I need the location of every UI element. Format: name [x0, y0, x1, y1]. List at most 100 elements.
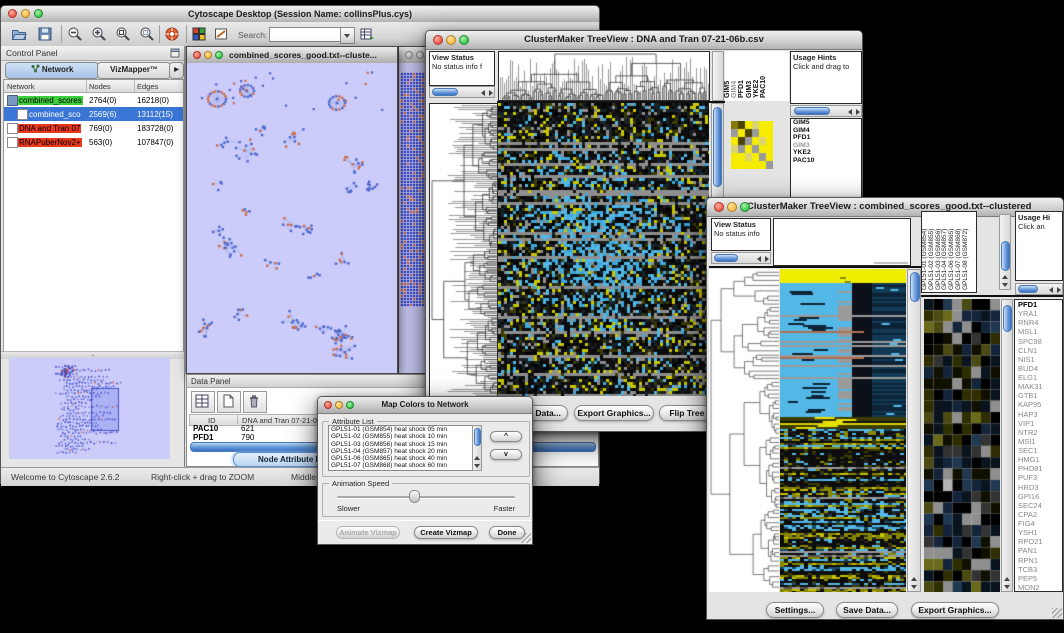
attribute-list-vscrollbar[interactable]	[472, 425, 482, 471]
gene-label[interactable]: HAP3	[1015, 410, 1062, 419]
tv2-zoom-heatmap[interactable]	[924, 299, 1000, 592]
scroll-up-icon[interactable]	[911, 577, 917, 581]
array-label[interactable]: PAC10	[760, 76, 768, 98]
attribute-item[interactable]: GPL51-02 (GSM855) heat shock 10 min	[329, 433, 481, 440]
select-attributes-button[interactable]	[191, 391, 215, 413]
speed-slider-track[interactable]	[337, 496, 515, 499]
minimize-icon[interactable]	[204, 51, 212, 59]
network-row[interactable]: DNA and Tran 07769(0)183728(0)	[4, 121, 183, 135]
tv1-row-dendrogram[interactable]	[429, 103, 498, 398]
maximize-icon[interactable]	[459, 35, 469, 45]
minimize-icon[interactable]	[335, 401, 343, 409]
tv2-status-hscrollbar[interactable]	[711, 252, 771, 264]
attribute-item[interactable]: GPL51-07 (GSM868) heat shock 60 min	[329, 462, 481, 469]
gene-label[interactable]: PFD1	[791, 134, 861, 142]
tv1-usage-hscrollbar[interactable]	[790, 105, 862, 117]
minimize-icon[interactable]	[416, 51, 424, 59]
gene-label[interactable]: CPA2	[1015, 510, 1062, 519]
move-up-button[interactable]: ^	[490, 431, 522, 442]
new-attribute-button[interactable]	[217, 391, 241, 413]
network-canvas-grid[interactable]	[399, 63, 428, 373]
import-table-button[interactable]	[359, 26, 377, 43]
speed-slider-thumb[interactable]	[409, 490, 420, 503]
treeview1-titlebar[interactable]: ClusterMaker TreeView : DNA and Tran 07-…	[426, 31, 862, 50]
gene-label[interactable]: VIP1	[1015, 419, 1062, 428]
gene-label[interactable]: MSL1	[1015, 327, 1062, 336]
zoom-out-button[interactable]	[67, 26, 85, 43]
scroll-down-icon[interactable]	[1004, 585, 1010, 589]
tv2-labels-vscrollbar[interactable]	[999, 214, 1011, 290]
minimize-icon[interactable]	[727, 202, 737, 212]
tv2-gene-list[interactable]: PFD1YRA1RNR4MSL1SPC98CLN1NIS1BUD4ELG1MAK…	[1014, 299, 1063, 592]
gene-label[interactable]: SEC24	[1015, 501, 1062, 510]
scroll-up-icon[interactable]	[474, 456, 480, 460]
animate-vizmap-button[interactable]: Animate Vizmap	[336, 526, 400, 539]
gene-label[interactable]: RPO21	[1015, 537, 1062, 546]
tv2-zoom-vscrollbar[interactable]	[1001, 299, 1013, 592]
gene-label[interactable]: KAP95	[1015, 400, 1062, 409]
gene-label[interactable]: GIM5	[791, 119, 861, 127]
gene-label[interactable]: ELG1	[1015, 373, 1062, 382]
network1-titlebar[interactable]: combined_scores_good.txt--cluste...	[187, 47, 397, 64]
delete-attribute-button[interactable]	[243, 391, 267, 413]
tv2-global-heatmap[interactable]	[780, 269, 906, 592]
save-data-button[interactable]: Save Data...	[836, 602, 898, 618]
gene-label[interactable]: FIG4	[1015, 519, 1062, 528]
maximize-icon[interactable]	[34, 9, 43, 18]
gene-label[interactable]: GTB1	[1015, 391, 1062, 400]
save-session-button[interactable]	[37, 26, 55, 43]
scroll-right-icon[interactable]	[856, 109, 860, 115]
scroll-right-icon[interactable]	[1057, 287, 1061, 293]
tv1-top-vtrack[interactable]	[712, 51, 724, 101]
scroll-down-icon[interactable]	[1002, 283, 1008, 287]
scroll-left-icon[interactable]	[848, 109, 852, 115]
close-icon[interactable]	[405, 51, 413, 59]
gene-label[interactable]: MON2	[1015, 583, 1062, 592]
attribute-item[interactable]: GPL51-04 (GSM857) heat shock 20 min	[329, 448, 481, 455]
zoom-in-button[interactable]	[91, 26, 109, 43]
scroll-left-icon[interactable]	[1049, 287, 1053, 293]
network-row[interactable]: RNAPuberNov2+563(0)107847(0)	[4, 135, 183, 149]
done-button[interactable]: Done	[489, 526, 525, 539]
main-titlebar[interactable]: Cytoscape Desktop (Session Name: collins…	[1, 6, 599, 23]
gene-label[interactable]: RNR4	[1015, 318, 1062, 327]
attribute-item[interactable]: GPL51-03 (GSM856) heat shock 15 min	[329, 441, 481, 448]
network-row[interactable]: combined_sco2569(6)13112(15)	[4, 107, 183, 121]
tv1-heatmap[interactable]	[498, 103, 709, 396]
array-label[interactable]: GPL51-07 (GSM868)	[955, 229, 962, 290]
gene-label[interactable]: GIM3	[791, 142, 861, 150]
attribute-item[interactable]: GPL51-06 (GSM865) heat shock 40 min	[329, 455, 481, 462]
close-icon[interactable]	[193, 51, 201, 59]
gene-label[interactable]: HMG1	[1015, 455, 1062, 464]
zoom-fit-button[interactable]	[139, 26, 157, 43]
array-label[interactable]: GPL51-01 (GSM854)	[921, 229, 928, 290]
scroll-up-icon[interactable]	[1004, 577, 1010, 581]
gene-label[interactable]: PEP5	[1015, 574, 1062, 583]
scroll-left-icon[interactable]	[757, 256, 761, 262]
maximize-icon[interactable]	[346, 401, 354, 409]
network2-titlebar[interactable]	[399, 47, 428, 64]
gene-label[interactable]: NIS1	[1015, 355, 1062, 364]
close-icon[interactable]	[8, 9, 17, 18]
scroll-down-icon[interactable]	[911, 585, 917, 589]
tv1-column-dendrogram[interactable]	[498, 51, 710, 101]
settings-button[interactable]: Settings...	[766, 602, 824, 618]
scroll-right-icon[interactable]	[489, 90, 493, 96]
help-lifering-button[interactable]	[164, 26, 182, 43]
tab-vizmapper[interactable]: VizMapper™	[97, 62, 171, 79]
vizmapper-button[interactable]	[191, 26, 209, 43]
gene-label[interactable]: YKE2	[791, 149, 861, 157]
gene-label[interactable]: MSI1	[1015, 437, 1062, 446]
gene-label[interactable]: SPC98	[1015, 337, 1062, 346]
tv1-status-hscrollbar[interactable]	[429, 86, 495, 98]
array-label[interactable]: GPL51-02 (GSM855)	[928, 229, 935, 290]
tv2-row-dendrogram[interactable]	[709, 269, 779, 592]
gene-label[interactable]: PAC10	[791, 157, 861, 165]
annotation-button[interactable]	[213, 26, 231, 43]
attribute-list[interactable]: GPL51-01 (GSM854) heat shock 05 minGPL51…	[328, 425, 482, 471]
maximize-icon[interactable]	[740, 202, 750, 212]
gene-label[interactable]: CLN1	[1015, 346, 1062, 355]
array-label[interactable]: GPL51-08 (GSM872)	[962, 229, 969, 290]
tv2-column-dendrogram[interactable]	[773, 218, 911, 266]
minimize-icon[interactable]	[446, 35, 456, 45]
